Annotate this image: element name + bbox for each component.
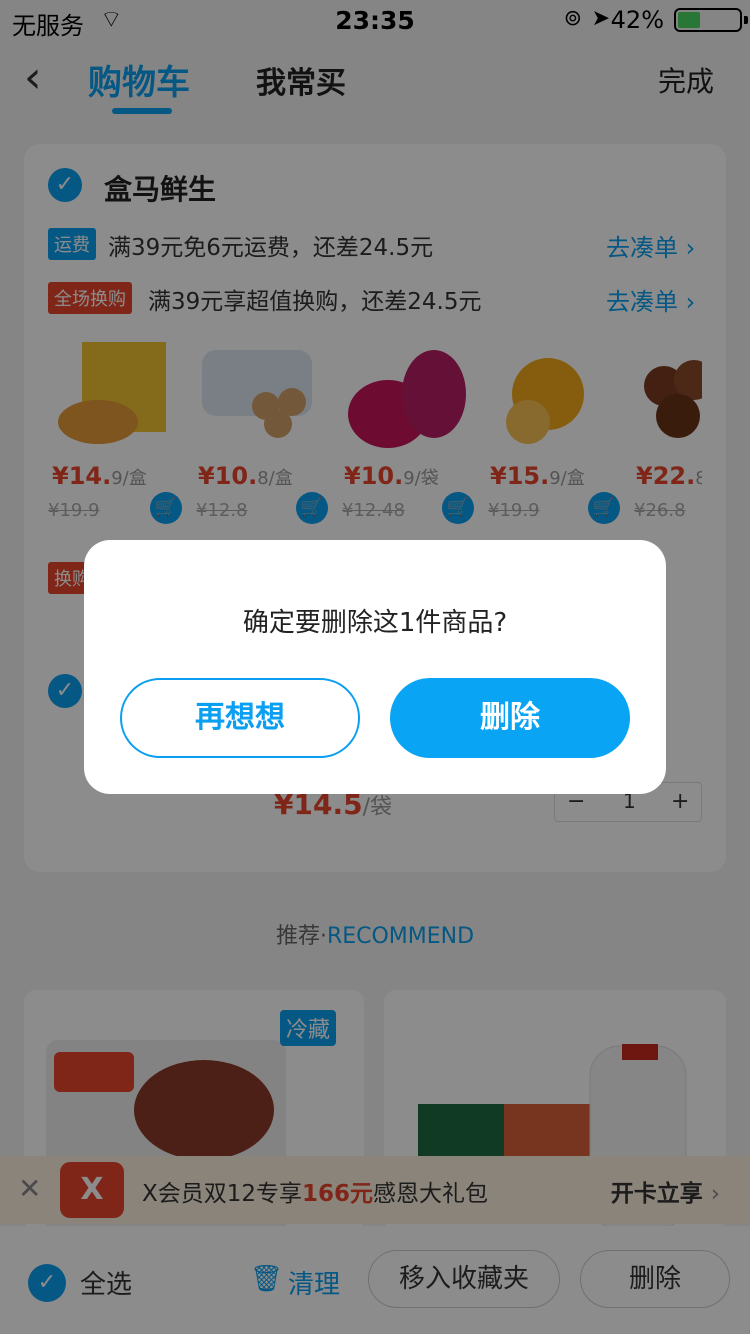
dialog-question: 确定要删除这1件商品? — [242, 608, 508, 638]
confirm-delete-button[interactable]: 删除 — [390, 678, 630, 758]
confirm-dialog: 确定要删除这1件商品? 再想想 删除 — [84, 540, 666, 794]
cancel-button[interactable]: 再想想 — [120, 678, 360, 758]
